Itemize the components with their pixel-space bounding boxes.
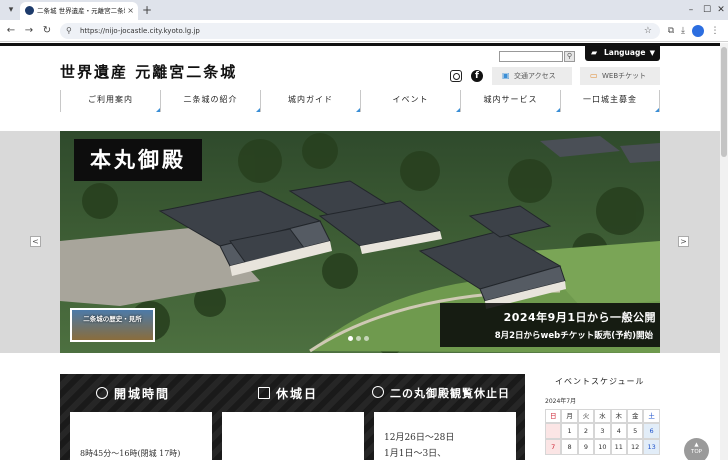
hours-text: 8時45分～16時(閉城 17時) bbox=[80, 449, 181, 458]
history-highlights-link[interactable]: 二条城の歴史・見所 bbox=[70, 308, 155, 342]
calendar-month: 2024年7月 bbox=[545, 398, 577, 405]
profile-avatar-icon[interactable] bbox=[692, 25, 704, 37]
slider-next-button[interactable]: > bbox=[678, 236, 689, 247]
back-to-top-button[interactable]: ▲ TOP bbox=[684, 438, 709, 460]
forward-button[interactable]: → bbox=[22, 24, 36, 38]
weekday-sun: 日 bbox=[545, 409, 562, 423]
ticket-icon: ▭ bbox=[590, 71, 598, 80]
browser-toolbar: ← → ↻ ⚲ https://nijo-jocastle.city.kyoto… bbox=[0, 20, 728, 42]
browser-tab-strip: ▾ 二条城 世界遺産・元離宮二条城 × + – ☐ ✕ bbox=[0, 0, 728, 20]
url-text[interactable]: https://nijo-jocastle.city.kyoto.lg.jp bbox=[80, 25, 200, 37]
browser-menu-icon[interactable]: ⋮ bbox=[708, 24, 722, 38]
opening-announcement: 2024年9月1日から一般公開 8月2日からwebチケット販売(予約)開始 bbox=[440, 303, 660, 347]
train-icon: ▣ bbox=[502, 71, 510, 80]
calendar-day[interactable]: 2 bbox=[577, 423, 595, 439]
opening-info-panel: 開城時間 休城日 二の丸御殿観覧休止日 8時45分～16時(閉城 17時) 12… bbox=[60, 374, 525, 460]
nav-item-introduction[interactable]: 二条城の紹介 bbox=[160, 90, 260, 112]
instagram-icon[interactable] bbox=[450, 70, 462, 82]
calendar-icon bbox=[258, 387, 270, 399]
ninomaru-text-2: 1月1日～3日、 bbox=[384, 449, 447, 459]
slider-dot-1[interactable] bbox=[348, 336, 353, 341]
site-search-input[interactable] bbox=[499, 51, 563, 62]
language-label: Language bbox=[604, 48, 646, 57]
weekday-mon: 月 bbox=[561, 409, 578, 423]
web-page: 世界遺産 元離宮二条城 ⚲ ▰ Language ▼ f ▣ 交通アクセス ▭ … bbox=[0, 43, 720, 460]
favicon-icon bbox=[25, 6, 34, 15]
honmaru-palace-badge: 本丸御殿 bbox=[74, 139, 202, 181]
calendar-day[interactable]: 11 bbox=[610, 439, 627, 455]
nav-item-services[interactable]: 城内サービス bbox=[460, 90, 560, 112]
calendar-day[interactable]: 5 bbox=[627, 423, 644, 439]
calendar-day[interactable]: 1 bbox=[561, 423, 578, 439]
page-scrollbar[interactable] bbox=[720, 43, 728, 460]
web-ticket-button[interactable]: ▭ WEBチケット bbox=[580, 67, 660, 85]
nav-item-donation[interactable]: 一口城主募金 bbox=[560, 90, 660, 112]
nav-item-castle-guide[interactable]: 城内ガイド bbox=[260, 90, 360, 112]
weekday-fri: 金 bbox=[627, 409, 644, 423]
closed-title: 休城日 bbox=[276, 387, 319, 401]
calendar-day[interactable]: 4 bbox=[610, 423, 627, 439]
tab-search-icon[interactable]: ▾ bbox=[4, 3, 18, 17]
ninomaru-card: 12月26日～28日 1月1日～3日、 bbox=[374, 412, 516, 460]
hero-slide[interactable]: 本丸御殿 二条城の歴史・見所 2024年9月1日から一般公開 8月2日からweb… bbox=[60, 131, 660, 353]
hours-title: 開城時間 bbox=[114, 387, 171, 401]
calendar-day[interactable]: 8 bbox=[561, 439, 578, 455]
ticket-label: WEBチケット bbox=[602, 72, 647, 80]
slider-pagination bbox=[348, 336, 372, 342]
closed-days-heading: 休城日 bbox=[258, 384, 318, 404]
calendar-day[interactable] bbox=[545, 423, 562, 439]
announcement-line-1: 2024年9月1日から一般公開 bbox=[503, 311, 656, 324]
calendar-day[interactable]: 6 bbox=[643, 423, 660, 439]
tab-close-icon[interactable]: × bbox=[127, 5, 134, 17]
calendar-day[interactable]: 3 bbox=[594, 423, 611, 439]
weekday-tue: 火 bbox=[577, 409, 595, 423]
history-link-label: 二条城の歴史・見所 bbox=[83, 315, 142, 323]
speech-bubble-icon: ▰ bbox=[591, 48, 598, 57]
hours-card: 8時45分～16時(閉城 17時) bbox=[70, 412, 212, 460]
back-button[interactable]: ← bbox=[4, 24, 18, 38]
slider-dot-3[interactable] bbox=[364, 336, 369, 341]
reload-button[interactable]: ↻ bbox=[40, 24, 54, 38]
global-nav: ご利用案内 二条城の紹介 城内ガイド イベント 城内サービス 一口城主募金 bbox=[60, 90, 660, 112]
browser-tab[interactable]: 二条城 世界遺産・元離宮二条城 × bbox=[20, 2, 138, 20]
facebook-icon[interactable]: f bbox=[471, 70, 483, 82]
download-icon[interactable]: ⤓ bbox=[676, 24, 690, 38]
slider-prev-button[interactable]: < bbox=[30, 236, 41, 247]
search-icon[interactable]: ⚲ bbox=[564, 51, 575, 62]
slider-dot-2[interactable] bbox=[356, 336, 361, 341]
window-close-button[interactable]: ✕ bbox=[712, 2, 728, 18]
ninomaru-title: 二の丸御殿観覧休止日 bbox=[390, 387, 510, 400]
ninomaru-heading: 二の丸御殿観覧休止日 bbox=[372, 384, 510, 404]
up-arrow-icon: ▲ bbox=[694, 442, 699, 448]
site-info-icon[interactable]: ⚲ bbox=[66, 25, 72, 37]
ninomaru-text-1: 12月26日～28日 bbox=[384, 433, 455, 443]
weekday-wed: 水 bbox=[594, 409, 611, 423]
clock-icon bbox=[96, 387, 108, 399]
calendar-day[interactable]: 12 bbox=[627, 439, 644, 455]
hours-heading: 開城時間 bbox=[96, 384, 170, 404]
weekday-thu: 木 bbox=[610, 409, 627, 423]
address-bar[interactable]: ⚲ https://nijo-jocastle.city.kyoto.lg.jp… bbox=[60, 23, 660, 39]
new-tab-button[interactable]: + bbox=[142, 2, 152, 18]
site-logo[interactable]: 世界遺産 元離宮二条城 bbox=[60, 61, 237, 82]
weekday-sat: 土 bbox=[643, 409, 660, 423]
nav-item-events[interactable]: イベント bbox=[360, 90, 460, 112]
top-label: TOP bbox=[690, 449, 702, 455]
calendar-day[interactable]: 10 bbox=[594, 439, 611, 455]
access-label: 交通アクセス bbox=[514, 72, 556, 80]
announcement-line-2: 8月2日からwebチケット販売(予約)開始 bbox=[494, 331, 653, 341]
caret-down-icon: ▼ bbox=[649, 49, 655, 57]
closed-days-card bbox=[222, 412, 364, 460]
calendar-day[interactable]: 13 bbox=[643, 439, 660, 455]
event-schedule-title: イベントスケジュール bbox=[555, 377, 645, 386]
language-button[interactable]: ▰ Language ▼ bbox=[585, 45, 660, 61]
calendar-day[interactable]: 7 bbox=[545, 439, 562, 455]
no-entry-icon bbox=[372, 386, 384, 398]
bookmark-star-icon[interactable]: ☆ bbox=[644, 24, 652, 38]
tab-title: 二条城 世界遺産・元離宮二条城 bbox=[37, 7, 125, 15]
access-button[interactable]: ▣ 交通アクセス bbox=[492, 67, 572, 85]
calendar-day[interactable]: 9 bbox=[577, 439, 595, 455]
nav-item-guide[interactable]: ご利用案内 bbox=[60, 90, 160, 112]
scrollbar-thumb[interactable] bbox=[721, 47, 727, 157]
